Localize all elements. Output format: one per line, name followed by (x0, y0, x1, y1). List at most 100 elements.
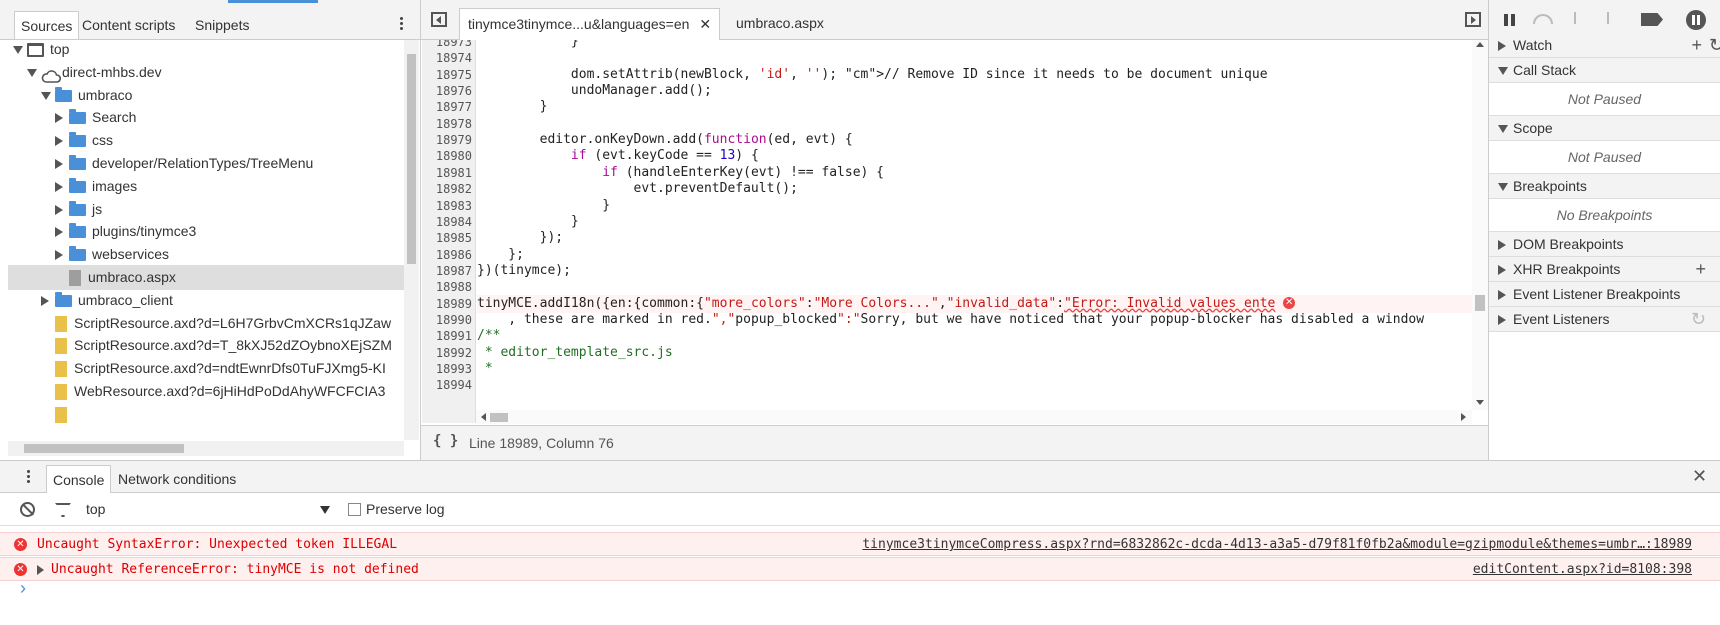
error-icon[interactable]: ✕ (1283, 297, 1296, 310)
console-error-message[interactable]: ✕ Uncaught ReferenceError: tinyMCE is not… (0, 556, 1720, 582)
line-gutter[interactable]: 18973 18974 18975 18976 18977 18978 18979 18980… (422, 40, 476, 423)
caret-right-icon[interactable] (1498, 41, 1506, 51)
tree-node[interactable]: direct-mhbs.dev (8, 60, 404, 85)
tree-node[interactable]: images (8, 174, 404, 199)
drawer-menu-icon[interactable] (27, 468, 31, 485)
caret-right-icon[interactable] (1498, 290, 1506, 300)
caret-right-icon[interactable] (55, 159, 63, 169)
caret-right-icon[interactable] (1498, 265, 1506, 275)
more-options-icon[interactable] (400, 15, 404, 32)
line-number[interactable]: 18983 (422, 197, 472, 215)
line-number[interactable]: 18988 (422, 278, 472, 296)
pause-on-exceptions-icon[interactable] (1686, 10, 1706, 30)
console-message-source-link[interactable]: tinymce3tinymceCompress.aspx?rnd=6832862… (862, 533, 1692, 557)
clear-console-icon[interactable] (20, 502, 35, 517)
close-drawer-icon[interactable]: ✕ (1692, 466, 1707, 487)
add-icon[interactable]: + (1691, 33, 1702, 58)
code-line[interactable]: } (477, 40, 579, 51)
line-number[interactable]: 18989 (422, 295, 472, 313)
caret-right-icon[interactable] (1498, 240, 1506, 250)
console-prompt[interactable]: › (0, 578, 1720, 625)
tree-node[interactable]: top (8, 40, 404, 62)
tree-node[interactable]: Search (8, 105, 404, 130)
console-message-source-link[interactable]: editContent.aspx?id=8108:398 (1473, 558, 1692, 582)
tree-hscrollbar[interactable] (8, 441, 404, 456)
caret-right-icon[interactable] (55, 250, 63, 261)
deactivate-breakpoints-icon[interactable] (1641, 13, 1663, 26)
code-line[interactable]: /** (477, 327, 500, 345)
tree-node[interactable]: umbraco (8, 83, 404, 108)
editor-hscrollbar[interactable] (476, 410, 1472, 424)
line-number[interactable]: 18986 (422, 246, 472, 264)
tab-network-conditions[interactable]: Network conditions (112, 465, 242, 493)
section-callstack[interactable]: Call Stack (1489, 58, 1720, 83)
preserve-log-checkbox[interactable] (348, 503, 361, 516)
pretty-print-button[interactable]: { } (433, 433, 458, 449)
caret-down-icon[interactable] (1498, 125, 1508, 133)
code-line[interactable]: dom.setAttrib(newBlock, 'id', ''); "cm">… (477, 66, 1268, 84)
code-line[interactable]: })(tinymce); (477, 262, 571, 280)
line-number[interactable]: 18979 (422, 131, 472, 149)
section-watch[interactable]: Watch + ↻ (1489, 33, 1720, 58)
editor-tab-umbraco[interactable]: umbraco.aspx (728, 8, 832, 40)
expand-triangle-icon[interactable] (37, 564, 44, 575)
context-selector[interactable]: top (86, 501, 105, 517)
caret-right-icon[interactable] (55, 136, 63, 147)
line-number[interactable]: 18987 (422, 262, 472, 280)
tree-node[interactable] (8, 402, 404, 427)
tree-node[interactable]: ScriptResource.axd?d=T_8kXJ52dZOybnoXEjS… (8, 333, 404, 358)
error-line[interactable]: tinyMCE.addI18n({en:{common:{"more_color… (477, 294, 1472, 313)
line-number[interactable]: 18980 (422, 147, 472, 165)
tree-node[interactable]: umbraco_client (8, 288, 404, 313)
caret-down-icon[interactable] (1498, 183, 1508, 191)
caret-down-icon[interactable] (27, 68, 37, 77)
step-over-icon[interactable] (1533, 14, 1553, 24)
line-number[interactable]: 18985 (422, 229, 472, 247)
chevron-down-icon[interactable] (320, 506, 330, 514)
code-line[interactable]: if (evt.keyCode == 13) { (477, 147, 759, 165)
step-into-icon[interactable] (1574, 12, 1576, 24)
tree-node[interactable]: plugins/tinymce3 (8, 219, 404, 244)
line-number[interactable]: 18994 (422, 376, 472, 394)
toggle-navigator-icon[interactable] (431, 12, 447, 27)
editor-tab-active[interactable]: tinymce3tinymce...u&languages=en ✕ (459, 8, 721, 40)
code-line[interactable]: * editor_template_src.js (477, 344, 673, 362)
tree-node[interactable]: css (8, 128, 404, 153)
caret-down-icon[interactable] (1498, 67, 1508, 75)
refresh-icon[interactable]: ↻ (1691, 307, 1706, 332)
caret-right-icon[interactable] (55, 227, 63, 238)
section-dom[interactable]: DOM Breakpoints (1489, 232, 1720, 257)
filter-icon[interactable] (55, 503, 71, 517)
caret-right-icon[interactable] (55, 181, 63, 192)
code-line[interactable]: } (477, 213, 579, 231)
code-line[interactable]: , these are marked in red.","popup_block… (477, 311, 1424, 329)
line-number[interactable]: 18993 (422, 360, 472, 378)
line-number[interactable]: 18981 (422, 164, 472, 182)
tree-node[interactable]: webservices (8, 242, 404, 267)
tree-node[interactable]: ScriptResource.axd?d=L6H7GrbvCmXCRs1qJZa… (8, 311, 404, 336)
caret-right-icon[interactable] (41, 295, 49, 306)
line-number[interactable]: 18991 (422, 327, 472, 345)
line-number[interactable]: 18974 (422, 49, 472, 67)
code-line[interactable]: }); (477, 229, 563, 247)
caret-down-icon[interactable] (41, 91, 51, 100)
code-line[interactable]: evt.preventDefault(); (477, 180, 798, 198)
tab-content-scripts[interactable]: Content scripts (76, 11, 181, 39)
code-line[interactable]: editor.onKeyDown.add(function(ed, evt) { (477, 131, 853, 149)
tab-sources[interactable]: Sources (14, 11, 80, 39)
toggle-debugger-icon[interactable] (1465, 12, 1481, 27)
tree-node[interactable]: developer/RelationTypes/TreeMenu (8, 151, 404, 176)
code-line[interactable]: undoManager.add(); (477, 82, 712, 100)
caret-right-icon[interactable] (55, 204, 63, 215)
line-number[interactable]: 18978 (422, 115, 472, 133)
section-evbp[interactable]: Event Listener Breakpoints (1489, 282, 1720, 307)
pause-icon[interactable] (1504, 14, 1515, 26)
line-number[interactable]: 18976 (422, 82, 472, 100)
line-number[interactable]: 18975 (422, 66, 472, 84)
tree-node[interactable]: WebResource.axd?d=6jHiHdPoDdAhyWFCFCIA3 (8, 379, 404, 404)
tree-node[interactable]: ScriptResource.axd?d=ndtEwnrDfs0TuFJXmg5… (8, 356, 404, 381)
section-evl[interactable]: Event Listeners ↻ (1489, 307, 1720, 332)
refresh-icon[interactable]: ↻ (1709, 33, 1720, 58)
add-icon[interactable]: + (1695, 257, 1706, 282)
code-editor[interactable]: 18973 18974 18975 18976 18977 18978 18979 18980… (422, 40, 1472, 423)
